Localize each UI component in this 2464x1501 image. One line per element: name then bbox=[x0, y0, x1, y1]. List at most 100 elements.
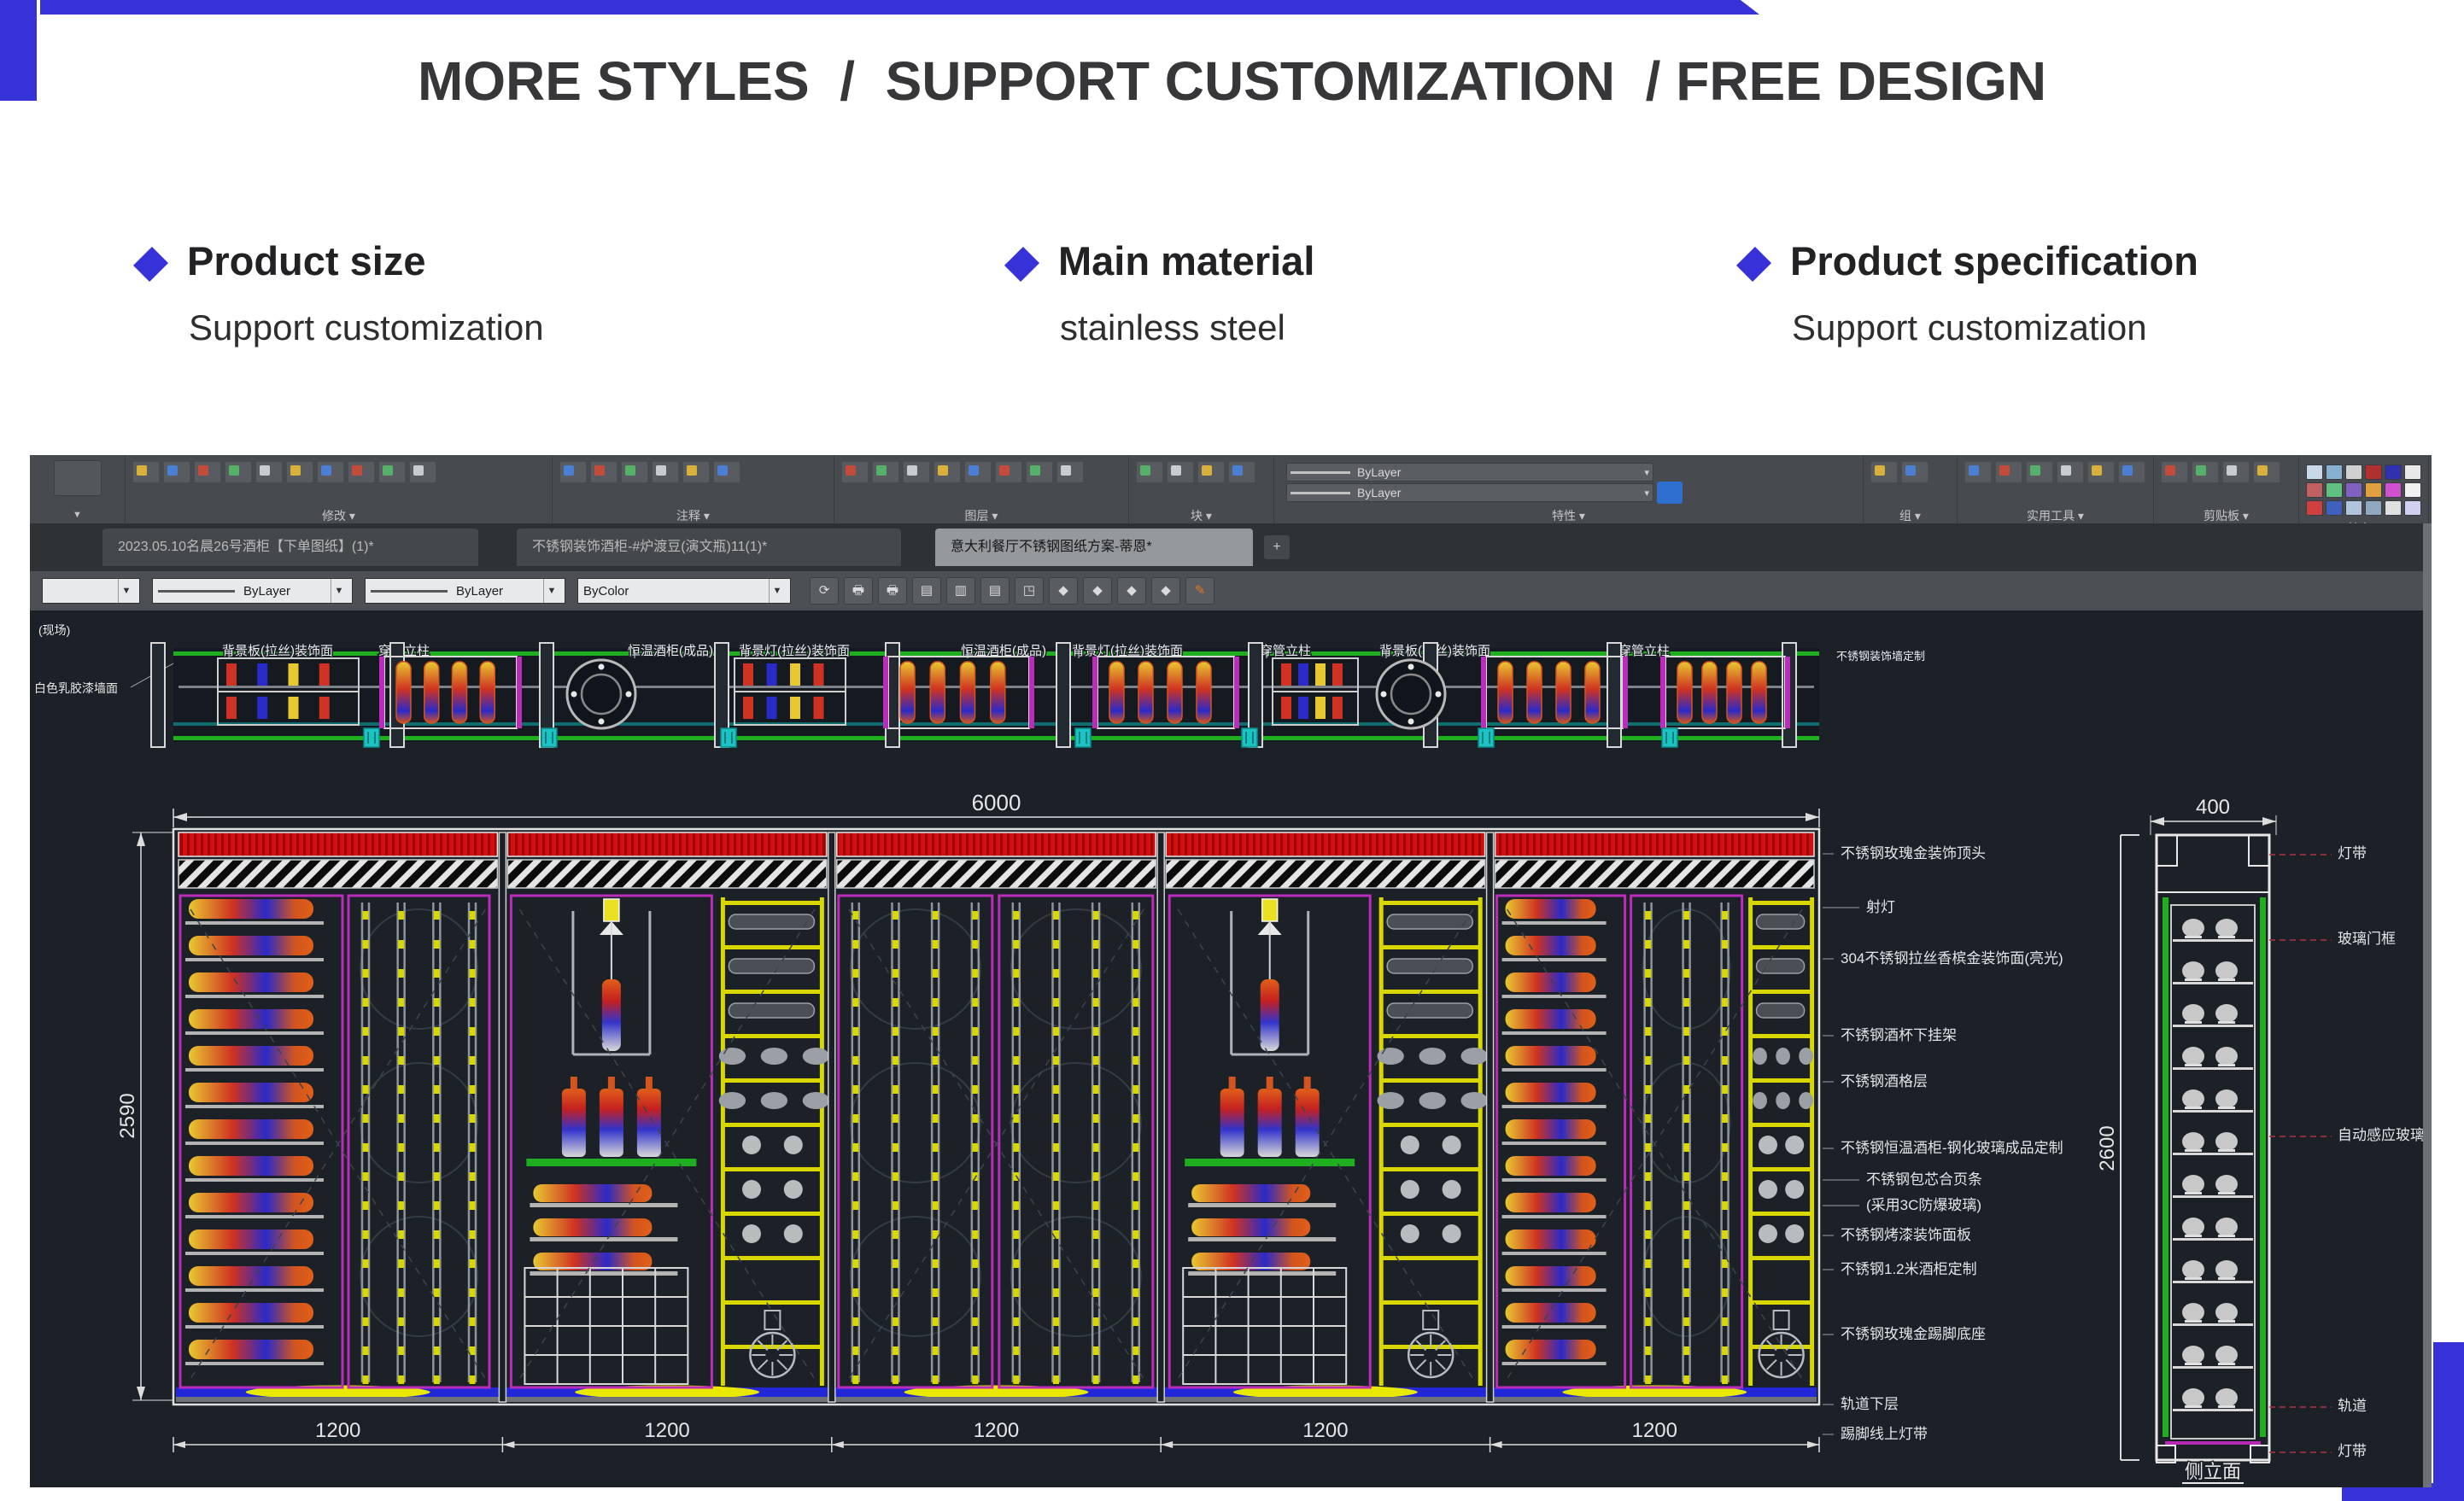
tool-button[interactable]: ◆ bbox=[1049, 577, 1078, 604]
ribbon-adjust-button[interactable]: ▼ bbox=[30, 455, 126, 523]
chevron-down-icon[interactable]: ▼ bbox=[73, 510, 82, 520]
ribbon-group-label[interactable]: 剪贴板 ▾ bbox=[2154, 508, 2298, 523]
ribbon-group-label[interactable]: 实用工具 ▾ bbox=[1958, 508, 2153, 523]
tool-icon[interactable] bbox=[1228, 461, 1255, 483]
chevron-down-icon[interactable]: ▾ bbox=[1644, 467, 1649, 478]
palette-swatch[interactable] bbox=[2404, 500, 2421, 516]
tool-button[interactable]: ◆ bbox=[1117, 577, 1146, 604]
drawing-tab[interactable]: 2023.05.10名晨26号酒柜【下单图纸】(1)* bbox=[102, 529, 478, 566]
tool-icon[interactable] bbox=[163, 461, 190, 483]
chevron-down-icon[interactable]: ▼ bbox=[331, 579, 347, 603]
property-dropdown[interactable]: ▼ bbox=[42, 578, 140, 604]
vertical-scrollbar[interactable] bbox=[2423, 523, 2432, 1487]
highlighted-tool-button[interactable] bbox=[1657, 482, 1683, 504]
tool-button[interactable]: 🖶 bbox=[878, 577, 907, 604]
ribbon-group-label[interactable]: 特性 ▾ bbox=[1274, 508, 1863, 523]
ribbon-group-label[interactable]: 修改 ▾ bbox=[126, 508, 552, 523]
tool-icon[interactable] bbox=[559, 461, 587, 483]
chevron-down-icon[interactable]: ▾ bbox=[1644, 488, 1649, 499]
property-dropdown[interactable]: ByLayer▼ bbox=[365, 578, 565, 604]
chevron-down-icon[interactable]: ▼ bbox=[769, 579, 785, 603]
bylayer-dropdown[interactable]: ByLayer▾ bbox=[1286, 463, 1653, 482]
palette-swatch[interactable] bbox=[2345, 482, 2362, 498]
palette-swatch[interactable] bbox=[2385, 500, 2402, 516]
tool-button[interactable]: ▤ bbox=[912, 577, 941, 604]
tool-icon[interactable] bbox=[621, 461, 648, 483]
tool-icon[interactable] bbox=[2087, 461, 2115, 483]
tool-icon[interactable] bbox=[1056, 461, 1084, 483]
ribbon-group-label[interactable]: 图层 ▾ bbox=[834, 508, 1128, 523]
tool-icon[interactable] bbox=[317, 461, 344, 483]
tool-button[interactable]: ⟳ bbox=[810, 577, 839, 604]
tool-icon[interactable] bbox=[1964, 461, 1992, 483]
palette-swatch[interactable] bbox=[2404, 464, 2421, 480]
tool-icon[interactable] bbox=[934, 461, 961, 483]
ribbon-group-label[interactable]: 组 ▾ bbox=[1864, 508, 1957, 523]
tool-icon[interactable] bbox=[1026, 461, 1053, 483]
drawing-canvas[interactable]: 背景板(拉丝)装饰面穿管立柱恒温酒柜(成品)背景灯(拉丝)装饰面恒温酒柜(成品)… bbox=[30, 610, 2432, 1487]
ribbon-group-label[interactable]: 块 ▾ bbox=[1129, 508, 1273, 523]
palette-swatch[interactable] bbox=[2306, 482, 2323, 498]
bylayer-dropdown[interactable]: ByLayer▾ bbox=[1286, 483, 1653, 502]
tool-icon[interactable] bbox=[2253, 461, 2280, 483]
tool-icon[interactable] bbox=[348, 461, 375, 483]
tool-icon[interactable] bbox=[1167, 461, 1194, 483]
tool-icon[interactable] bbox=[2057, 461, 2084, 483]
tool-icon[interactable] bbox=[409, 461, 436, 483]
palette-swatch[interactable] bbox=[2345, 464, 2362, 480]
tool-button[interactable]: 🖶 bbox=[844, 577, 873, 604]
palette-swatch[interactable] bbox=[2345, 500, 2362, 516]
new-tab-button[interactable]: + bbox=[1264, 535, 1290, 559]
palette-swatch[interactable] bbox=[2306, 464, 2323, 480]
tool-button[interactable]: ◆ bbox=[1083, 577, 1112, 604]
tool-button[interactable]: ◳ bbox=[1015, 577, 1044, 604]
tool-button[interactable]: ✎ bbox=[1185, 577, 1214, 604]
tool-icon[interactable] bbox=[225, 461, 252, 483]
drawing-tab[interactable]: 意大利餐厅不锈钢图纸方案-蒂恩* bbox=[935, 529, 1253, 566]
tool-icon[interactable] bbox=[713, 461, 740, 483]
tool-icon[interactable] bbox=[1901, 461, 1928, 483]
palette-swatch[interactable] bbox=[2365, 482, 2382, 498]
tool-button[interactable]: ▥ bbox=[946, 577, 975, 604]
palette-swatch[interactable] bbox=[2365, 500, 2382, 516]
tool-icon[interactable] bbox=[378, 461, 406, 483]
tool-icon[interactable] bbox=[2192, 461, 2219, 483]
tool-icon[interactable] bbox=[286, 461, 313, 483]
tool-icon[interactable] bbox=[54, 460, 102, 496]
tool-icon[interactable] bbox=[652, 461, 679, 483]
tool-icon[interactable] bbox=[194, 461, 221, 483]
tool-icon[interactable] bbox=[1995, 461, 2022, 483]
palette-swatch[interactable] bbox=[2385, 482, 2402, 498]
tool-icon[interactable] bbox=[590, 461, 617, 483]
tool-icon[interactable] bbox=[995, 461, 1022, 483]
ribbon-group-label[interactable]: 注释 ▾ bbox=[553, 508, 834, 523]
palette-swatch[interactable] bbox=[2306, 500, 2323, 516]
palette-swatch[interactable] bbox=[2326, 500, 2343, 516]
tool-icon[interactable] bbox=[682, 461, 710, 483]
tool-icon[interactable] bbox=[964, 461, 992, 483]
palette-swatch[interactable] bbox=[2326, 482, 2343, 498]
tool-icon[interactable] bbox=[903, 461, 930, 483]
tool-icon[interactable] bbox=[2161, 461, 2188, 483]
tool-icon[interactable] bbox=[132, 461, 160, 483]
tool-button[interactable]: ▤ bbox=[980, 577, 1010, 604]
tool-icon[interactable] bbox=[2222, 461, 2250, 483]
tool-icon[interactable] bbox=[2026, 461, 2053, 483]
tool-icon[interactable] bbox=[255, 461, 283, 483]
palette-swatch[interactable] bbox=[2385, 464, 2402, 480]
chevron-down-icon[interactable]: ▼ bbox=[543, 579, 559, 603]
palette-swatch[interactable] bbox=[2326, 464, 2343, 480]
tool-icon[interactable] bbox=[1136, 461, 1163, 483]
drawing-tab[interactable]: 不锈钢装饰酒柜-#炉渡豆(演文瓶)11(1)* bbox=[517, 529, 901, 566]
palette-swatch[interactable] bbox=[2404, 482, 2421, 498]
palette-swatch[interactable] bbox=[2365, 464, 2382, 480]
property-dropdown[interactable]: ByColor▼ bbox=[577, 578, 791, 604]
property-dropdown[interactable]: ByLayer▼ bbox=[152, 578, 353, 604]
tool-icon[interactable] bbox=[1197, 461, 1225, 483]
tool-button[interactable]: ◆ bbox=[1151, 577, 1180, 604]
tool-icon[interactable] bbox=[841, 461, 869, 483]
tool-icon[interactable] bbox=[2118, 461, 2145, 483]
tool-icon[interactable] bbox=[872, 461, 899, 483]
tool-icon[interactable] bbox=[1870, 461, 1898, 483]
chevron-down-icon[interactable]: ▼ bbox=[118, 579, 134, 603]
